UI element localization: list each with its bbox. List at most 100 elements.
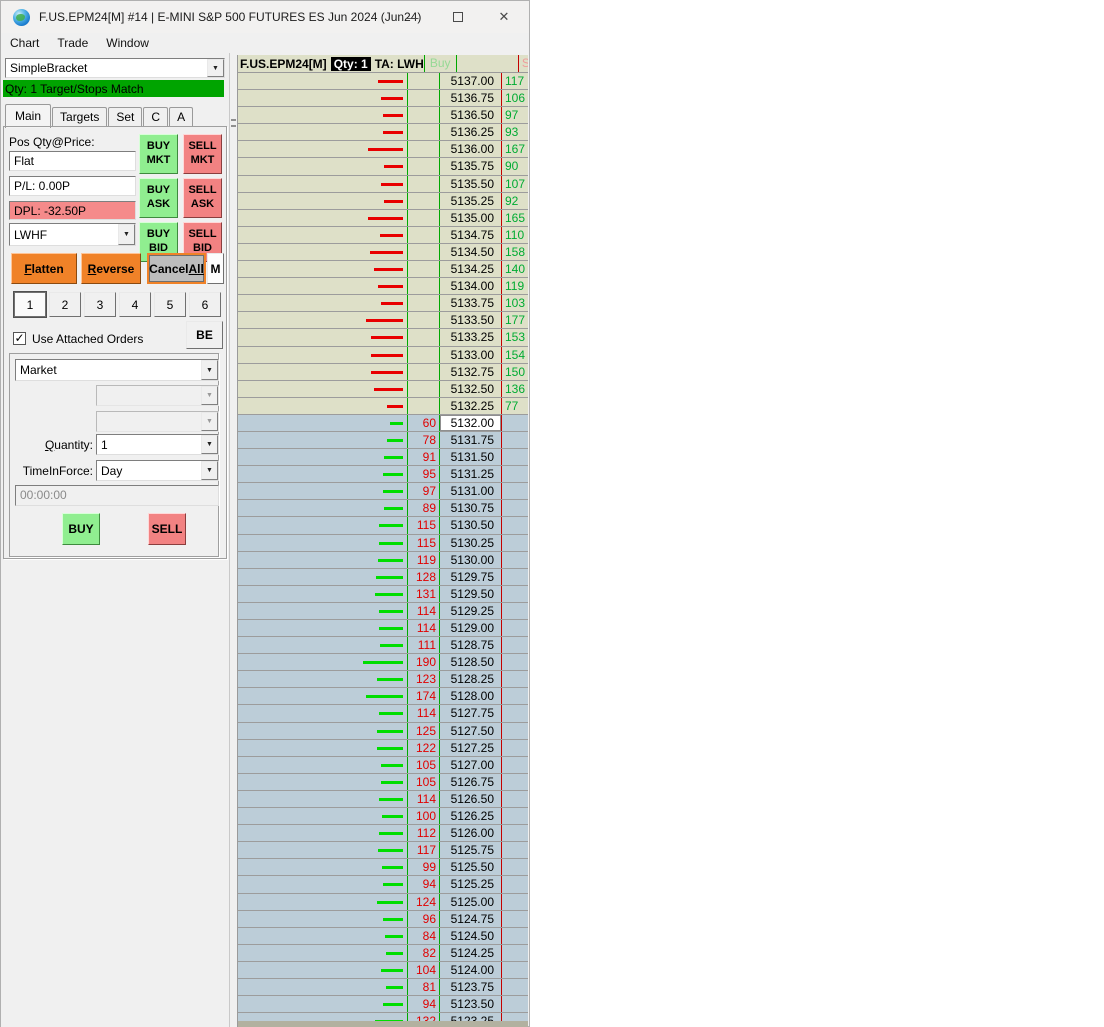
flatten-button[interactable]: Flatten (11, 253, 77, 284)
ladder-row[interactable]: 96 5124.75 (238, 910, 528, 928)
tab-a[interactable]: A (169, 107, 194, 127)
sell-qty-cell[interactable] (501, 568, 528, 585)
buy-qty-cell[interactable] (407, 261, 439, 278)
sell-qty-cell[interactable] (501, 620, 528, 637)
ladder-row[interactable]: 5136.50 97 (238, 107, 528, 125)
sell-qty-cell[interactable]: 154 (501, 346, 528, 363)
sell-qty-cell[interactable] (501, 449, 528, 466)
buy-qty-cell[interactable]: 84 (407, 927, 439, 944)
buy-qty-cell[interactable]: 60 (407, 414, 439, 431)
buy-qty-cell[interactable] (407, 90, 439, 107)
buy-qty-cell[interactable]: 82 (407, 944, 439, 961)
buy-qty-cell[interactable] (407, 346, 439, 363)
ladder-row[interactable]: 5135.50 107 (238, 175, 528, 193)
sell-qty-cell[interactable] (501, 739, 528, 756)
buy-qty-cell[interactable] (407, 158, 439, 175)
tab-main[interactable]: Main (5, 104, 52, 128)
sell-qty-cell[interactable] (501, 961, 528, 978)
sell-qty-cell[interactable] (501, 944, 528, 961)
buy-qty-cell[interactable]: 105 (407, 756, 439, 773)
ladder-row[interactable]: 60 5132.00 (238, 414, 528, 432)
buy-ask-button[interactable]: BUY ASK (139, 178, 178, 218)
sell-qty-cell[interactable]: 117 (501, 73, 528, 90)
sell-qty-cell[interactable] (501, 927, 528, 944)
menu-trade[interactable]: Trade (48, 36, 97, 50)
ladder-row[interactable]: 123 5128.25 (238, 671, 528, 689)
chevron-down-icon[interactable]: ▼ (201, 435, 218, 454)
buy-qty-cell[interactable]: 99 (407, 859, 439, 876)
sell-qty-cell[interactable] (501, 654, 528, 671)
buy-qty-cell[interactable] (407, 243, 439, 261)
menu-chart[interactable]: Chart (1, 36, 48, 50)
panel-splitter[interactable] (229, 53, 237, 1027)
ladder-row[interactable]: 128 5129.75 (238, 568, 528, 586)
buy-mkt-button[interactable]: BUY MKT (139, 134, 178, 174)
buy-qty-cell[interactable] (407, 141, 439, 158)
preset-button-3[interactable]: 3 (84, 292, 116, 317)
ladder-row[interactable]: 114 5126.50 (238, 790, 528, 809)
preset-button-4[interactable]: 4 (119, 292, 151, 317)
buy-qty-cell[interactable]: 114 (407, 602, 439, 619)
ladder-row[interactable]: 105 5127.00 (238, 756, 528, 774)
cancel-all-button[interactable]: Cancel All (149, 255, 204, 282)
menu-window[interactable]: Window (97, 36, 158, 50)
sell-qty-cell[interactable] (501, 671, 528, 688)
buy-qty-cell[interactable]: 104 (407, 961, 439, 978)
ladder-row[interactable]: 5134.25 140 (238, 261, 528, 279)
sell-qty-cell[interactable] (501, 637, 528, 654)
sell-qty-cell[interactable] (501, 808, 528, 825)
ladder-row[interactable]: 91 5131.50 (238, 449, 528, 467)
sell-qty-cell[interactable] (501, 585, 528, 602)
buy-qty-cell[interactable]: 122 (407, 739, 439, 756)
sell-qty-cell[interactable] (501, 996, 528, 1013)
chevron-down-icon[interactable]: ▼ (118, 224, 135, 245)
ladder-row[interactable]: 131 5129.50 (238, 585, 528, 603)
buy-button[interactable]: BUY (62, 513, 100, 545)
ladder-row[interactable]: 122 5127.25 (238, 739, 528, 757)
buy-qty-cell[interactable]: 124 (407, 893, 439, 910)
buy-qty-cell[interactable] (407, 363, 439, 380)
ladder-row[interactable]: 5133.25 153 (238, 329, 528, 347)
buy-qty-cell[interactable] (407, 312, 439, 329)
sell-qty-cell[interactable] (501, 722, 528, 739)
ladder-row[interactable]: 5133.75 103 (238, 295, 528, 313)
buy-qty-cell[interactable]: 115 (407, 534, 439, 551)
sell-qty-cell[interactable] (501, 705, 528, 722)
ladder-row[interactable]: 5134.50 158 (238, 243, 528, 262)
sell-qty-cell[interactable] (501, 893, 528, 910)
sell-qty-cell[interactable]: 110 (501, 226, 528, 243)
ladder-row[interactable]: 5134.00 119 (238, 278, 528, 296)
buy-qty-cell[interactable]: 117 (407, 842, 439, 859)
sell-qty-cell[interactable]: 103 (501, 295, 528, 312)
minimize-button[interactable]: — (389, 1, 435, 33)
sell-qty-cell[interactable] (501, 414, 528, 431)
ladder-row[interactable]: 94 5125.25 (238, 876, 528, 894)
sell-qty-cell[interactable] (501, 551, 528, 568)
sell-mkt-button[interactable]: SELL MKT (183, 134, 222, 174)
buy-qty-cell[interactable] (407, 175, 439, 192)
buy-qty-cell[interactable] (407, 107, 439, 124)
ladder-row[interactable]: 5137.00 117 (238, 73, 528, 91)
sell-qty-cell[interactable]: 93 (501, 124, 528, 141)
ladder-row[interactable]: 100 5126.25 (238, 808, 528, 826)
sell-qty-cell[interactable]: 136 (501, 380, 528, 397)
ladder-row[interactable]: 125 5127.50 (238, 722, 528, 740)
m-button[interactable]: M (207, 253, 224, 284)
titlebar[interactable]: F.US.EPM24[M] #14 | E-MINI S&P 500 FUTUR… (1, 1, 529, 33)
buy-qty-cell[interactable]: 190 (407, 654, 439, 671)
buy-qty-cell[interactable]: 119 (407, 551, 439, 568)
sell-ask-button[interactable]: SELL ASK (183, 178, 222, 218)
buy-qty-cell[interactable] (407, 397, 439, 414)
ladder-row[interactable]: 115 5130.25 (238, 534, 528, 552)
be-button[interactable]: BE (186, 321, 223, 349)
sell-qty-cell[interactable]: 150 (501, 363, 528, 380)
chevron-down-icon[interactable]: ▼ (201, 461, 218, 480)
use-attached-orders-checkbox[interactable]: ✓ (13, 332, 26, 345)
sell-qty-cell[interactable] (501, 978, 528, 996)
tab-c[interactable]: C (143, 107, 169, 127)
buy-qty-cell[interactable]: 95 (407, 466, 439, 483)
buy-qty-cell[interactable] (407, 278, 439, 295)
ladder-row[interactable]: 94 5123.50 (238, 996, 528, 1014)
ladder-row[interactable]: 81 5123.75 (238, 978, 528, 997)
buy-qty-cell[interactable] (407, 73, 439, 90)
